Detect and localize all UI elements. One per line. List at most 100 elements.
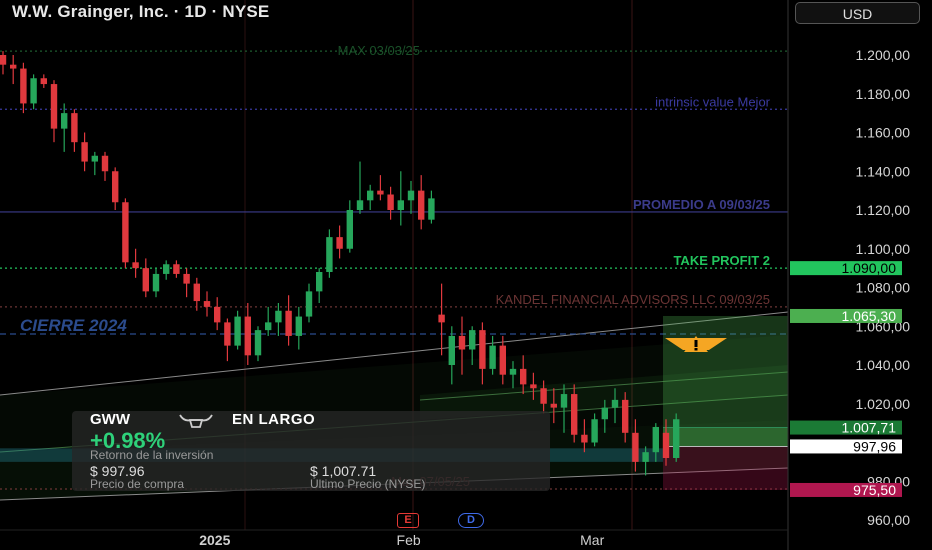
price-tick-label: 1.200,00 [856,47,911,63]
time-tick-label: 2025 [199,532,230,548]
level-label: TAKE PROFIT 2 [673,253,770,268]
price-tick-label: 1.080,00 [856,280,911,296]
candle-body [326,237,333,272]
candle-body [652,427,659,453]
level-label: MAX 03/03/25 [338,43,420,58]
candle-body [122,202,129,263]
price-tag-label: 975,50 [853,482,896,498]
level-label: CIERRE 2024 [20,316,127,335]
candle-body [30,78,37,104]
buy-price-label: Precio de compra [90,477,185,491]
price-tag-label: 1.065,30 [842,308,897,324]
candle-body [214,306,221,323]
level-label: intrinsic value Mejor [655,94,771,109]
candle-body [418,190,425,220]
candle-body [469,330,476,350]
candle-body [71,113,78,143]
candle-body [193,283,200,302]
candle-body [142,268,149,292]
price-tick-label: 1.020,00 [856,396,911,412]
bull-icon [176,411,216,436]
price-tick-label: 1.140,00 [856,163,911,179]
candle-body [224,322,231,346]
candle-body [662,432,670,458]
return-label: Retorno de la inversión [90,448,214,462]
candle-body [428,198,435,220]
candle-body [499,345,506,375]
candle-body [295,316,302,336]
candle-body [305,291,313,317]
earnings-event-badge[interactable]: E [397,513,419,528]
candle-body [20,68,27,104]
loss-zone [663,446,788,490]
candle-body [112,171,119,203]
position-side: EN LARGO [232,411,316,428]
candle-body [346,210,353,249]
price-tag-label: 1.090,00 [842,260,897,276]
candle-body [132,262,139,269]
level-label: KANDEL FINANCIAL ADVISORS LLC 09/03/25 [496,292,770,307]
candle-body [91,155,98,162]
candle-body [407,190,415,201]
candle-body [560,394,568,408]
candle-body [101,155,109,172]
candle-body [254,330,262,356]
position-ticker: GWW [90,411,130,428]
candle-body [540,388,547,404]
candle-body [285,310,292,336]
candle-body [61,113,68,129]
candle-body [458,335,466,350]
candle-body [244,316,251,356]
price-tick-label: 960,00 [867,512,910,528]
price-tag-label: 997,96 [853,438,896,454]
candle-body [316,272,323,292]
time-tick-label: Mar [580,532,604,548]
candle-body [571,394,578,435]
candle-body [591,419,598,443]
candle-body [183,273,190,284]
candle-body [448,335,455,365]
price-tick-label: 1.160,00 [856,125,911,141]
candle-body [265,322,272,331]
candle-body [356,200,364,210]
candle-body [642,452,649,462]
candle-body [530,384,537,389]
currency-button[interactable]: USD [795,2,920,24]
candle-body [673,419,680,458]
candle-body [622,399,629,433]
last-price-label: Último Precio (NYSE) [310,477,426,491]
level-label: PROMEDIO A 09/03/25 [633,197,770,212]
candle-body [81,142,88,162]
candle-body [163,264,170,274]
price-tick-label: 1.100,00 [856,241,911,257]
position-card[interactable]: GWW EN LARGO +0.98% Retorno de la invers… [72,411,550,491]
symbol-title: W.W. Grainger, Inc. · 1D · NYSE [12,2,270,21]
candle-body [632,432,639,462]
candle-body [275,310,282,323]
price-tick-label: 1.040,00 [856,357,911,373]
candle-body [581,434,588,443]
candle-body [203,301,211,307]
trading-chart-app: MAX 03/03/25 intrinsic value Mejor PROMEDI… [0,0,932,550]
candle-body [234,316,241,346]
open-profit-zone [663,427,788,447]
time-tick-label: Feb [397,532,421,548]
candle-body [10,64,17,69]
price-tick-label: 1.120,00 [856,202,911,218]
candle-body [50,84,58,129]
candle-body [520,368,527,385]
candle-body [611,399,619,408]
candle-body [387,194,394,210]
candle-body [489,345,496,369]
candle-body [601,407,608,420]
candle-body [0,55,7,65]
candle-body [377,190,384,195]
candle-body [367,190,374,201]
candle-body [152,273,160,292]
candle-body [173,264,180,274]
dividend-event-badge[interactable]: D [458,513,484,528]
price-tick-label: 1.180,00 [856,86,911,102]
candle-body [550,403,557,408]
candle-body [509,368,517,375]
candle-body [438,314,445,323]
